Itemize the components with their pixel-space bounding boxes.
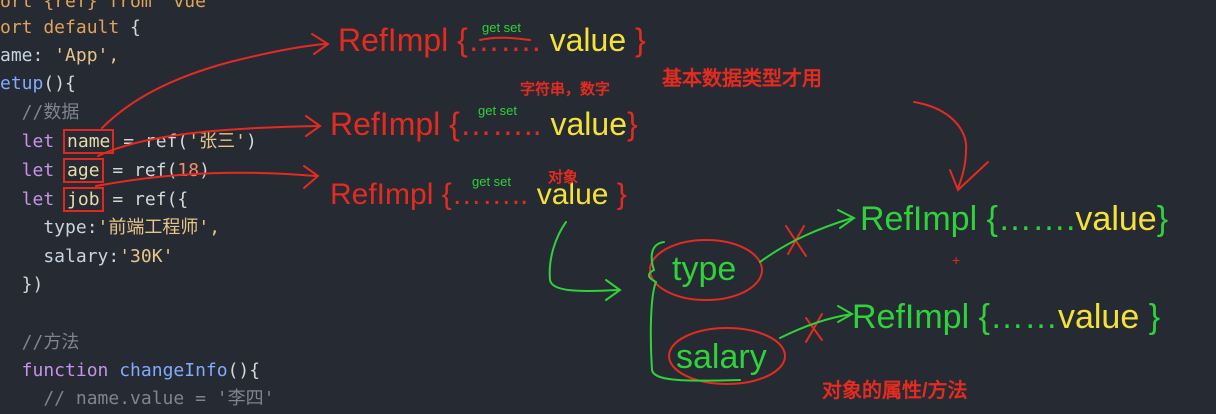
code-line-comment-data: //数据 bbox=[0, 99, 80, 127]
code-text: = ref( bbox=[112, 131, 189, 152]
code-string: '前端工程师', bbox=[97, 217, 221, 238]
code-prop: ame: bbox=[0, 45, 44, 66]
code-text: (){ bbox=[43, 73, 76, 94]
var-name-boxed: name bbox=[63, 129, 115, 154]
value-label: value bbox=[1057, 298, 1140, 336]
code-line-setup: etup(){ bbox=[0, 70, 76, 98]
value-label: value bbox=[550, 106, 628, 142]
refimpl-annotation-type: RefImpl {…….value} bbox=[860, 200, 1168, 239]
refimpl-label: RefImpl { bbox=[338, 22, 468, 58]
salary-word: salary bbox=[676, 338, 767, 376]
code-text: = ref({ bbox=[101, 189, 189, 210]
refimpl-label: RefImpl { bbox=[860, 200, 998, 238]
code-line-function: function changeInfo(){ bbox=[0, 357, 260, 385]
note-object: 对象 bbox=[548, 169, 579, 186]
code-string: '张三' bbox=[188, 131, 246, 152]
code-comment: //方法 bbox=[0, 332, 80, 353]
ellipsis-dots: ……. bbox=[997, 200, 1076, 238]
code-line-name: ame: 'App', bbox=[0, 42, 119, 70]
code-line-comment-assign: // name.value = '李四' bbox=[0, 385, 274, 413]
code-text: ort {ref} from 'vue' bbox=[0, 0, 217, 12]
refimpl-annotation-salary: RefImpl {……value } bbox=[852, 298, 1160, 337]
getset-note-2: get set bbox=[478, 103, 518, 118]
code-comment: //数据 bbox=[0, 102, 80, 123]
value-label: value bbox=[1075, 200, 1157, 238]
brace-close: } bbox=[1156, 200, 1169, 238]
code-text: { bbox=[119, 17, 141, 38]
getset-note-3: get set bbox=[472, 174, 512, 189]
brace-close: } bbox=[1148, 298, 1161, 336]
code-prop: salary: bbox=[0, 246, 120, 267]
code-function: changeInfo bbox=[119, 360, 228, 381]
getset-note-1: get set bbox=[482, 20, 522, 35]
brace-close: } bbox=[627, 106, 638, 142]
code-keyword: ort default bbox=[0, 17, 120, 38]
value-label: value bbox=[549, 22, 627, 58]
code-function: etup bbox=[0, 73, 44, 94]
code-line-let-job: let job = ref({ bbox=[0, 186, 188, 214]
code-prop: type: bbox=[0, 217, 98, 238]
refimpl-label: RefImpl { bbox=[852, 298, 990, 336]
refimpl-label: RefImpl { bbox=[330, 178, 452, 211]
code-line-export: ort default { bbox=[0, 14, 141, 42]
code-keyword: function bbox=[0, 360, 120, 381]
code-text: }) bbox=[0, 274, 44, 295]
code-keyword: let bbox=[0, 131, 66, 152]
code-line-let-age: let age = ref(18) bbox=[0, 157, 210, 185]
code-keyword: let bbox=[0, 189, 66, 210]
code-line-let-name: let name = ref('张三') bbox=[0, 128, 257, 156]
code-keyword: let bbox=[0, 160, 66, 181]
var-job-boxed: job bbox=[63, 187, 104, 212]
code-line-salary: salary:'30K' bbox=[0, 243, 173, 271]
note-basic-types: 基本数据类型才用 bbox=[662, 68, 822, 90]
code-text: = ref( bbox=[101, 160, 178, 181]
code-string: 'App', bbox=[43, 45, 120, 66]
code-text: ) bbox=[199, 160, 210, 181]
code-line-comment-methods: //方法 bbox=[0, 329, 80, 357]
code-text: ) bbox=[245, 131, 257, 152]
ellipsis-dots: …… bbox=[989, 298, 1058, 336]
plus-mark: + bbox=[952, 252, 961, 268]
note-object-props: 对象的属性/方法 bbox=[822, 380, 968, 402]
note-string-number: 字符串，数字 bbox=[520, 81, 611, 98]
code-text: (){ bbox=[227, 360, 261, 381]
refimpl-label: RefImpl { bbox=[330, 106, 460, 142]
type-word: type bbox=[672, 250, 737, 288]
code-line-close: }) bbox=[0, 271, 44, 299]
brace-close: } bbox=[616, 178, 627, 211]
var-age-boxed: age bbox=[63, 158, 104, 183]
code-number: 18 bbox=[177, 160, 200, 181]
brace-close: } bbox=[635, 22, 646, 58]
code-comment: // name.value = '李四' bbox=[0, 388, 275, 409]
code-line-type: type:'前端工程师', bbox=[0, 214, 220, 242]
code-string: '30K' bbox=[119, 246, 174, 267]
